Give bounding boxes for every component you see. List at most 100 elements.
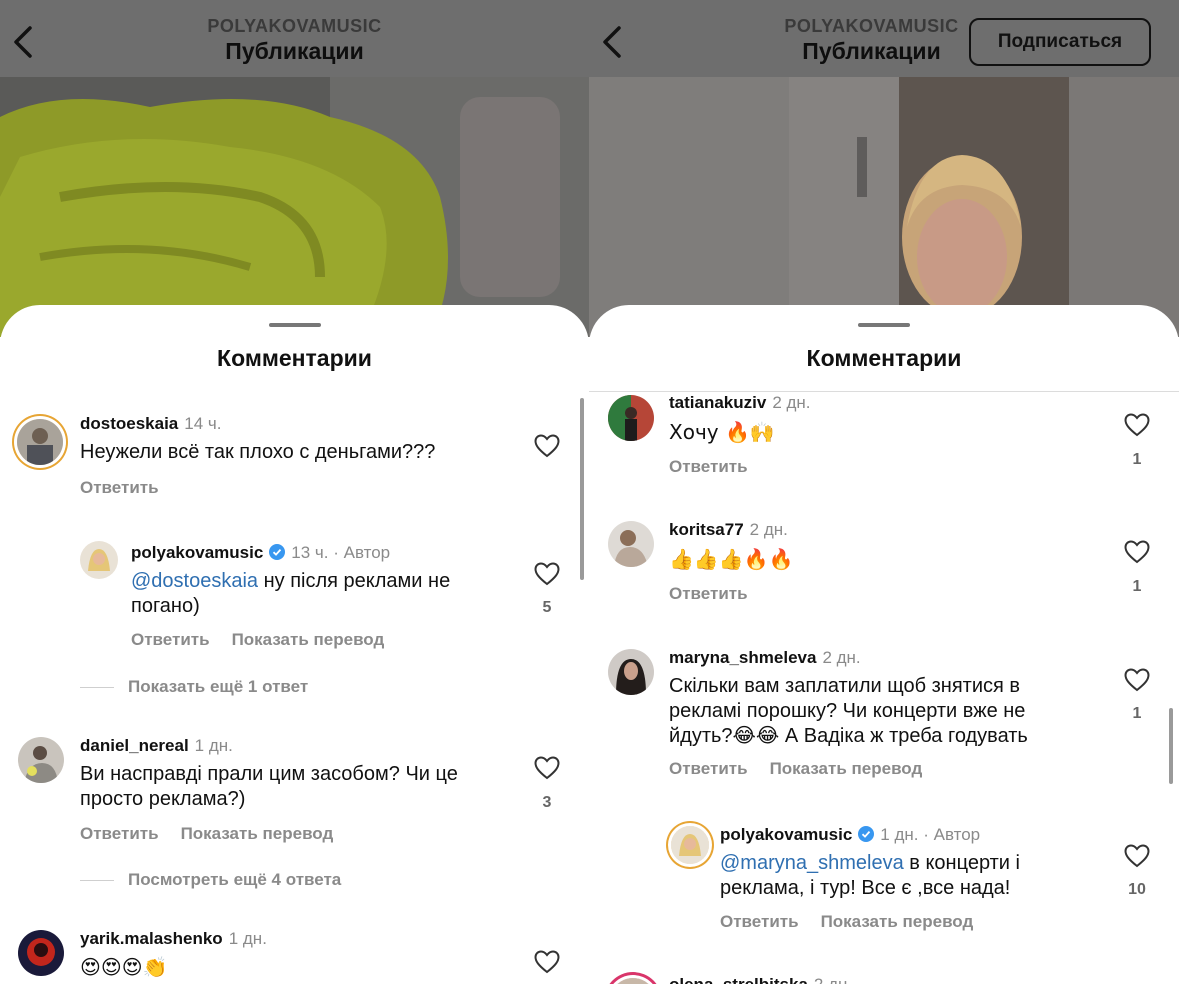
comment-meta: maryna_shmeleva 2 дн.: [669, 648, 861, 668]
divider: [80, 880, 114, 882]
sheet-grabber[interactable]: [858, 323, 910, 327]
like-count: 1: [1132, 451, 1142, 468]
scrollbar[interactable]: [1169, 708, 1173, 784]
comment-meta: tatianakuziv 2 дн.: [669, 393, 811, 413]
mention-link[interactable]: @dostoeskaia: [131, 570, 258, 592]
timestamp: 1 дн.: [880, 825, 919, 844]
timestamp: 2 дн.: [749, 520, 788, 539]
heart-icon[interactable]: [534, 434, 560, 458]
like-count: 1: [1132, 578, 1142, 595]
divider: [80, 687, 114, 689]
author-label: · Автор: [923, 825, 981, 844]
timestamp: 2 дн.: [814, 975, 852, 984]
top-bar: POLYAKOVAMUSIC Публикации Подписаться: [589, 0, 1179, 77]
comment-text: @dostoeskaia ну після реклами не погано): [131, 569, 511, 619]
comment-meta: daniel_nereal 1 дн.: [80, 736, 233, 756]
scrollbar[interactable]: [580, 398, 584, 580]
reply-button[interactable]: Ответить: [669, 759, 748, 778]
comment-text: Хочу 🔥🙌: [669, 420, 775, 444]
username[interactable]: yarik.malashenko: [80, 929, 223, 948]
avatar[interactable]: [671, 826, 709, 864]
username[interactable]: koritsa77: [669, 520, 744, 539]
show-translation-button[interactable]: Показать перевод: [770, 759, 923, 778]
sheet-title: Комментарии: [806, 345, 962, 371]
comment-meta: polyakovamusic 13 ч. · Автор: [131, 543, 390, 563]
comment-text: 👍👍👍🔥🔥: [669, 547, 794, 571]
reply-button[interactable]: Ответить: [720, 912, 799, 931]
mention-link[interactable]: @maryna_shmeleva: [720, 852, 904, 874]
username[interactable]: tatianakuziv: [669, 393, 766, 412]
verified-badge-icon: [269, 544, 286, 560]
avatar[interactable]: [608, 649, 654, 695]
comment-text: Скільки вам заплатили щоб знятися в рекл…: [669, 675, 1028, 747]
show-more-replies[interactable]: Показать ещё 1 ответ: [80, 677, 308, 697]
comment-actions: Ответить: [80, 478, 181, 498]
heart-icon[interactable]: [1124, 413, 1150, 437]
timestamp: 2 дн.: [822, 648, 861, 667]
comment-text: Неужели всё так плохо с деньгами???: [80, 441, 436, 463]
view-more-replies[interactable]: Посмотреть ещё 4 ответа: [80, 870, 341, 890]
comment-actions: Ответить Показать перевод: [80, 824, 355, 844]
comment-meta: polyakovamusic 1 дн. · Автор: [720, 825, 980, 845]
verified-badge-icon: [858, 826, 875, 842]
comment-actions: Ответить Показать перевод: [669, 759, 944, 779]
username[interactable]: polyakovamusic: [720, 825, 852, 844]
username[interactable]: dostoeskaia: [80, 414, 178, 433]
comment-meta: yarik.malashenko 1 дн.: [80, 929, 267, 949]
like-count: 1: [1132, 705, 1142, 722]
heart-icon[interactable]: [534, 756, 560, 780]
show-translation-button[interactable]: Показать перевод: [181, 824, 334, 843]
sheet-title: Комментарии: [217, 345, 372, 371]
heart-icon[interactable]: [534, 950, 560, 974]
show-translation-button[interactable]: Показать перевод: [232, 630, 385, 649]
like-count: 3: [542, 794, 552, 811]
avatar[interactable]: [17, 419, 63, 465]
post-media: [589, 77, 1179, 337]
right-screen: POLYAKOVAMUSIC Публикации Подписаться Ко…: [589, 0, 1179, 984]
comment-text: 😍😍😍👏: [80, 955, 168, 979]
username[interactable]: daniel_nereal: [80, 736, 189, 755]
view-more-replies-label: Посмотреть ещё 4 ответа: [128, 870, 342, 889]
reply-button[interactable]: Ответить: [669, 457, 748, 476]
username[interactable]: maryna_shmeleva: [669, 648, 816, 667]
timestamp: 1 дн.: [228, 929, 267, 948]
left-screen: POLYAKOVAMUSIC Публикации Комментарии do…: [0, 0, 589, 984]
heart-icon[interactable]: [1124, 844, 1150, 868]
show-translation-button[interactable]: Показать перевод: [821, 912, 974, 931]
reply-button[interactable]: Ответить: [80, 824, 159, 843]
avatar[interactable]: [18, 930, 64, 976]
heart-icon[interactable]: [534, 562, 560, 586]
subscribe-button[interactable]: Подписаться: [969, 18, 1151, 66]
sheet-grabber[interactable]: [268, 323, 321, 327]
avatar[interactable]: [18, 737, 64, 783]
username[interactable]: polyakovamusic: [131, 543, 263, 562]
like-count: 10: [1128, 881, 1146, 898]
username[interactable]: olena_strelbitska: [669, 975, 808, 984]
comment-actions: Ответить Показать перевод: [720, 912, 995, 932]
page-title: Публикации: [225, 38, 364, 64]
post-media: [0, 77, 589, 337]
show-more-replies-label: Показать ещё 1 ответ: [128, 677, 309, 696]
comment-actions: Ответить: [669, 584, 770, 604]
timestamp: 1 дн.: [194, 736, 233, 755]
comment-actions: Ответить Показать перевод: [131, 630, 406, 650]
timestamp: 13 ч.: [291, 543, 329, 562]
like-count: 5: [542, 599, 552, 616]
heart-icon[interactable]: [1124, 540, 1150, 564]
comment-meta: olena_strelbitska 2 дн.: [669, 975, 852, 984]
comment-meta: dostoeskaia 14 ч.: [80, 414, 221, 434]
divider: [589, 391, 1179, 392]
comment-text: Ви насправді прали цим засобом? Чи це пр…: [80, 763, 458, 810]
comment-actions: Ответить: [669, 457, 770, 477]
top-bar: POLYAKOVAMUSIC Публикации: [0, 0, 589, 77]
reply-button[interactable]: Ответить: [131, 630, 210, 649]
reply-button[interactable]: Ответить: [669, 584, 748, 603]
comment-meta: koritsa77 2 дн.: [669, 520, 788, 540]
reply-button[interactable]: Ответить: [80, 478, 159, 497]
heart-icon[interactable]: [1124, 668, 1150, 692]
timestamp: 14 ч.: [184, 414, 222, 433]
avatar[interactable]: [608, 395, 654, 441]
timestamp: 2 дн.: [772, 393, 811, 412]
avatar[interactable]: [608, 521, 654, 567]
avatar[interactable]: [80, 541, 118, 579]
